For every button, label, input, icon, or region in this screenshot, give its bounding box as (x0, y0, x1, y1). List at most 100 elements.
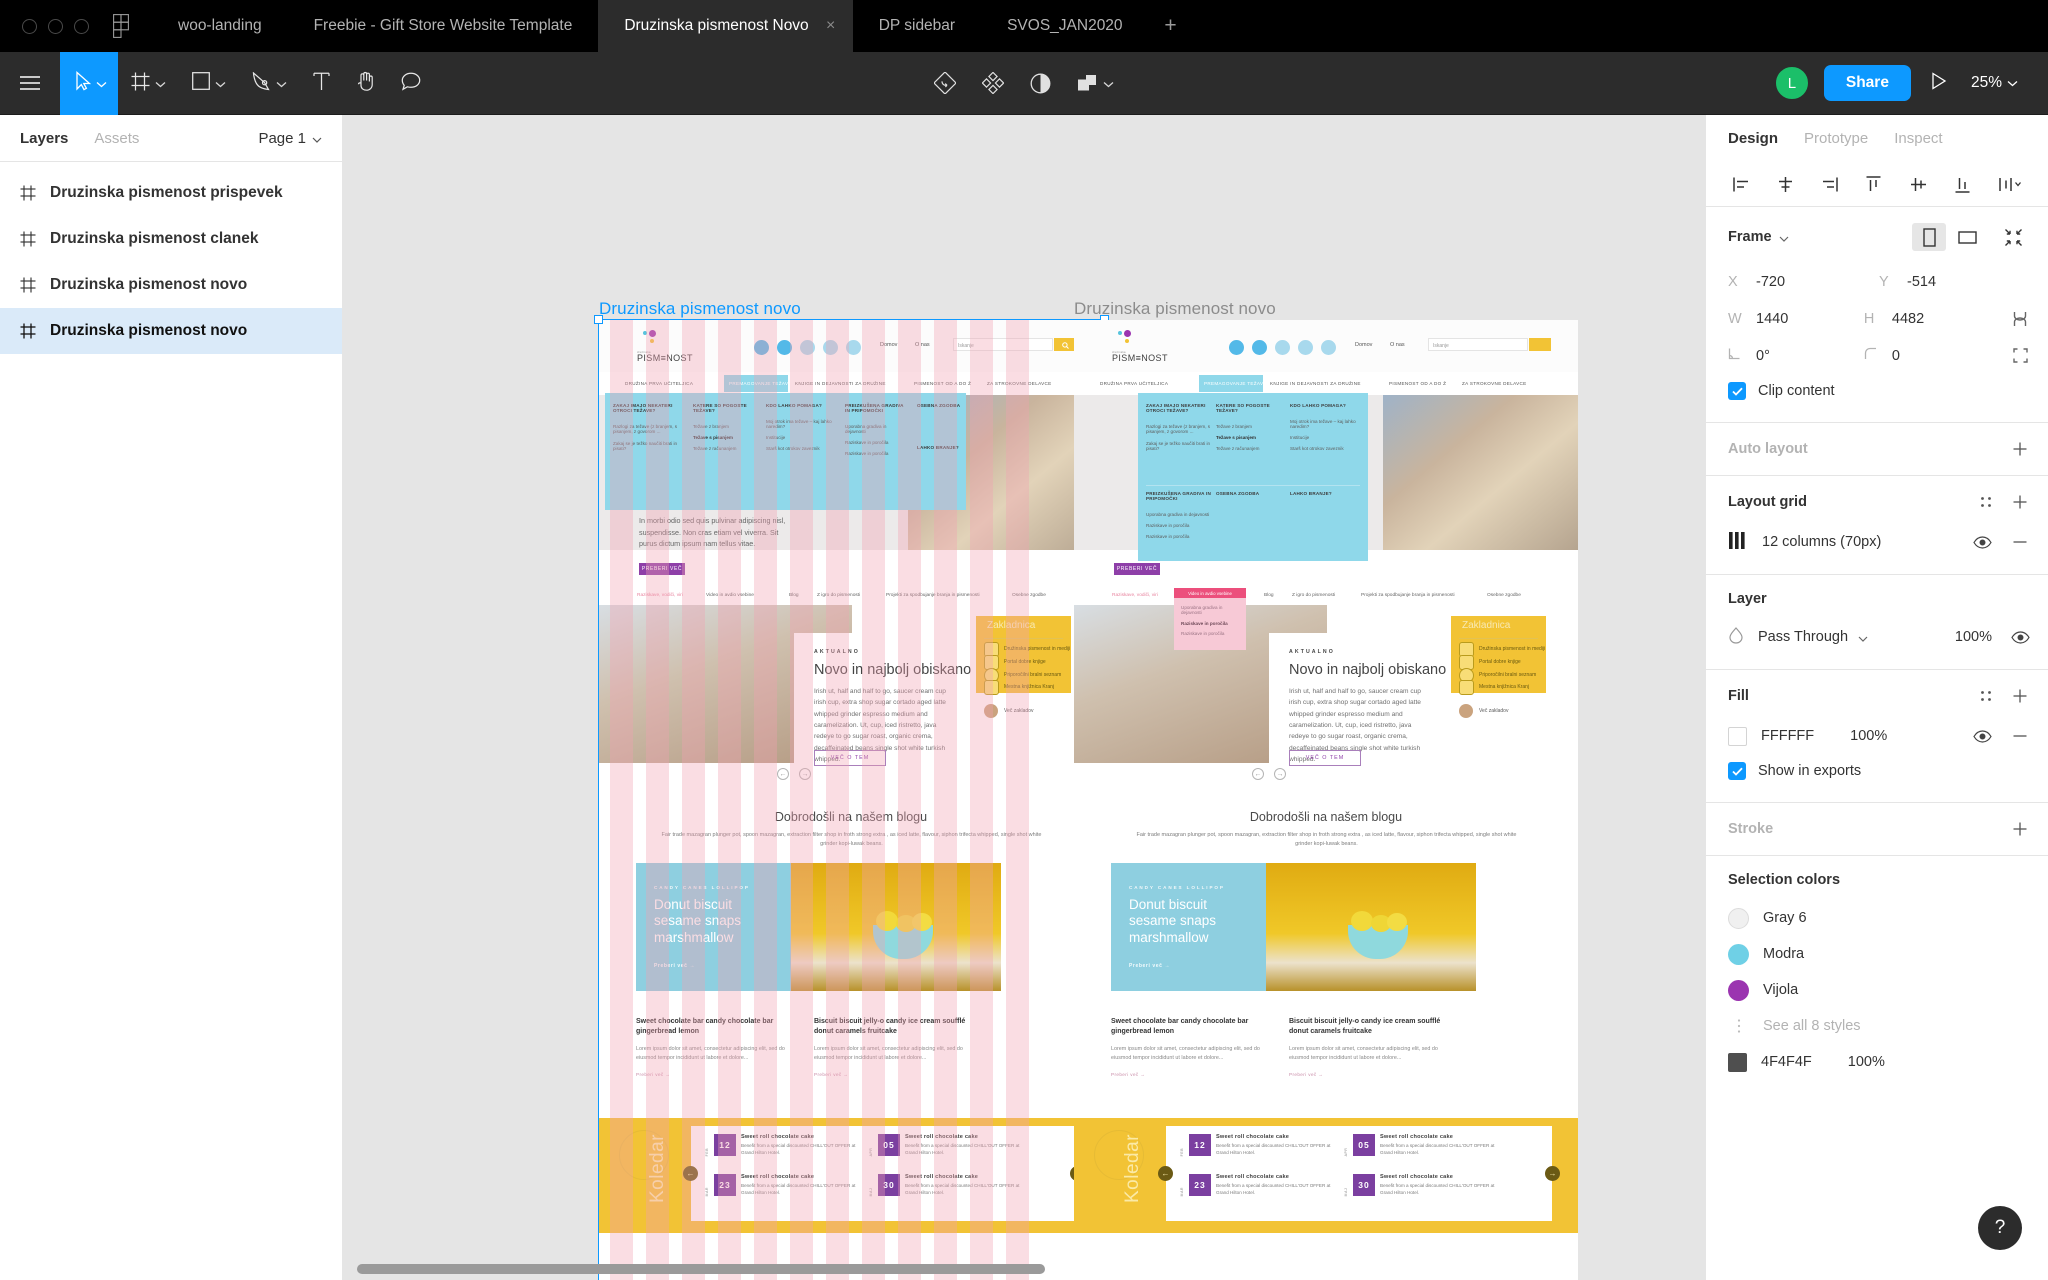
scale-corner-icon[interactable] (2010, 346, 2030, 366)
present-button[interactable] (1917, 72, 1961, 94)
megamenu-item[interactable]: Uporabna gradiva in dejavnosti (1146, 512, 1211, 517)
nav-item-pismenost[interactable]: PISMENOST OD A DO Ž (1389, 381, 1446, 386)
comment-tool[interactable] (388, 52, 434, 115)
help-button[interactable]: ? (1978, 1206, 2022, 1250)
hand-tool[interactable] (343, 52, 388, 115)
twitter-icon[interactable] (1252, 340, 1267, 355)
design-canvas[interactable]: Druzinska pismenost novo druzinska PISM≡… (343, 115, 1705, 1280)
create-component-icon[interactable] (921, 52, 969, 115)
fill-item[interactable]: FFFFFF 100% (1728, 718, 2030, 754)
layout-grid-item[interactable]: 12 columns (70px) (1728, 524, 2030, 560)
nav-item-strokovne[interactable]: ZA STROKOVNE DELAVCE (1462, 381, 1527, 386)
pen-tool[interactable] (239, 52, 300, 115)
selection-color-item[interactable]: Modra (1728, 936, 2030, 972)
tab-freebie-gift-store[interactable]: Freebie - Gift Store Website Template (288, 0, 599, 52)
layer-row-selected[interactable]: Druzinska pismenost novo (0, 308, 342, 354)
post-link[interactable]: Preberi več → (636, 1072, 796, 1077)
search-button[interactable] (1054, 338, 1076, 351)
subnav-item-igra[interactable]: Z igro do pismenosti (1292, 593, 1335, 598)
hero-cta-button[interactable]: PREBERI VEČ (1114, 563, 1160, 575)
twitter-icon[interactable] (777, 340, 792, 355)
frame-tool[interactable] (118, 52, 179, 115)
artboard-frame-1[interactable]: druzinska PISM≡NOST Domov O nas Iskanje (599, 320, 1103, 1280)
tab-woo-landing[interactable]: woo-landing (152, 0, 288, 52)
x-field[interactable]: X -720 (1728, 274, 1879, 290)
subnav-item-projekti[interactable]: Projekti za spodbujanje branja in pismen… (886, 593, 980, 598)
align-top-icon[interactable] (1857, 169, 1891, 199)
nav-item-knjige[interactable]: KNJIGE IN DEJAVNOSTI ZA DRUŽINE (795, 381, 886, 386)
koledar-event[interactable]: MAJ 30 Sweet roll chocolate cake Benefit… (1344, 1174, 1495, 1196)
zakladnica-item[interactable]: Mestna knjižnica Kranj (1459, 680, 1529, 695)
chevron-down-icon[interactable] (1858, 629, 1868, 646)
component-instance-icon[interactable] (969, 52, 1017, 115)
fill-opacity-value[interactable]: 100% (1850, 728, 1887, 744)
resize-handle-tl[interactable] (594, 315, 603, 324)
corner-radius-field[interactable]: 0 (1864, 347, 2000, 364)
koledar-event[interactable]: FEB 12 Sweet roll chocolate cake Benefit… (1180, 1134, 1331, 1156)
window-controls[interactable] (0, 0, 107, 52)
megamenu-item[interactable]: Starš kot otrokov zaveznik (766, 446, 834, 451)
align-right-icon[interactable] (1813, 169, 1847, 199)
site-logo[interactable]: druzinska PISM≡NOST (1112, 330, 1168, 363)
tab-druzinska-pismenost-novo[interactable]: Druzinska pismenost Novo × (598, 0, 853, 52)
facebook-icon[interactable] (754, 340, 769, 355)
subnav-item-zgodbe[interactable]: Osebne zgodbe (1487, 593, 1521, 598)
minus-icon[interactable] (2010, 726, 2030, 746)
plus-icon[interactable] (2010, 819, 2030, 839)
pinterest-icon[interactable] (1321, 340, 1336, 355)
color-swatch[interactable] (1728, 979, 1749, 1001)
megamenu-item[interactable]: Težave z branjem (693, 424, 758, 429)
tab-assets[interactable]: Assets (94, 130, 139, 147)
megamenu-item[interactable]: Raziskave in poročila (1146, 523, 1211, 528)
text-tool[interactable] (300, 52, 343, 115)
zakladnica-item[interactable]: Mestna knjižnica Kranj (984, 680, 1054, 695)
carousel-next-button[interactable]: → (799, 768, 811, 780)
grid-dots-icon[interactable] (1976, 686, 1996, 706)
blog-post-card[interactable]: Sweet chocolate bar candy chocolate bar … (636, 1017, 796, 1077)
close-icon[interactable]: × (823, 18, 839, 34)
tab-layers[interactable]: Layers (20, 130, 68, 147)
selection-color-item[interactable]: Vijola (1728, 972, 2030, 1008)
search-input[interactable]: Iskanje (1428, 338, 1528, 351)
megamenu-item[interactable]: Raziskave in poročila (845, 451, 907, 456)
show-in-exports-checkbox[interactable] (1728, 762, 1746, 780)
youtube-icon[interactable] (1298, 340, 1313, 355)
top-link-o-nas[interactable]: O nas (1390, 342, 1405, 348)
megamenu-item[interactable]: Institucije (1290, 435, 1356, 440)
nav-item-druzina[interactable]: DRUŽINA PRVA UČITELJICA (625, 381, 693, 386)
megamenu-item[interactable]: Težave z računanjem (1216, 446, 1276, 451)
nav-item-strokovne[interactable]: ZA STROKOVNE DELAVCE (987, 381, 1052, 386)
layer-row[interactable]: Druzinska pismenost novo (0, 262, 342, 308)
subnav-item-video[interactable]: Video in avdio vsebine (706, 593, 754, 598)
color-swatch[interactable] (1728, 1052, 1747, 1072)
koledar-event[interactable]: MAR 23 Sweet roll chocolate cake Benefit… (1180, 1174, 1331, 1196)
megamenu-item[interactable]: Razlogi za težave (z branjem, s pisanjem… (1146, 424, 1211, 434)
tab-prototype[interactable]: Prototype (1804, 130, 1868, 147)
tab-svos-jan2020[interactable]: SVOS_JAN2020 (981, 0, 1148, 52)
blog-post-card[interactable]: Sweet chocolate bar candy chocolate bar … (1111, 1017, 1271, 1077)
share-button[interactable]: Share (1823, 65, 1911, 101)
chevron-down-icon[interactable] (1103, 75, 1114, 92)
minimize-window-dot[interactable] (48, 18, 63, 34)
koledar-event[interactable]: APR 05 Sweet roll chocolate cake Benefit… (869, 1134, 1020, 1156)
blog-feature-card[interactable]: CANDY CANES LOLLIPOP Donut biscuit sesam… (636, 863, 791, 991)
subnav-item-igra[interactable]: Z igro do pismenosti (817, 593, 860, 598)
youtube-icon[interactable] (823, 340, 838, 355)
mask-contrast-icon[interactable] (1017, 52, 1064, 115)
eye-icon[interactable] (1972, 726, 1992, 746)
blog-post-card[interactable]: Biscuit biscuit jelly-o candy ice cream … (814, 1017, 974, 1077)
eye-icon[interactable] (2010, 627, 2030, 647)
koledar-event[interactable]: MAR 23 Sweet roll chocolate cake Benefit… (705, 1174, 856, 1196)
dropdown-item[interactable]: Raziskave in poročila (1181, 621, 1239, 626)
megamenu-item[interactable]: Institucije (766, 435, 834, 440)
boolean-union-icon[interactable] (1064, 52, 1127, 115)
tab-dp-sidebar[interactable]: DP sidebar (853, 0, 981, 52)
avatar[interactable]: L (1773, 65, 1810, 101)
selection-color-item[interactable]: Gray 6 (1728, 900, 2030, 936)
search-button[interactable] (1529, 338, 1551, 351)
megamenu-item[interactable]: Zakaj se je težko naučiti brati in pisat… (1146, 441, 1211, 451)
grid-dots-icon[interactable] (1976, 492, 1996, 512)
chevron-down-icon[interactable] (215, 75, 226, 92)
zoom-control[interactable]: 25% (1967, 74, 2028, 92)
subnav-item-raziskave[interactable]: Raziskave, vodiči, viri (1112, 593, 1158, 598)
